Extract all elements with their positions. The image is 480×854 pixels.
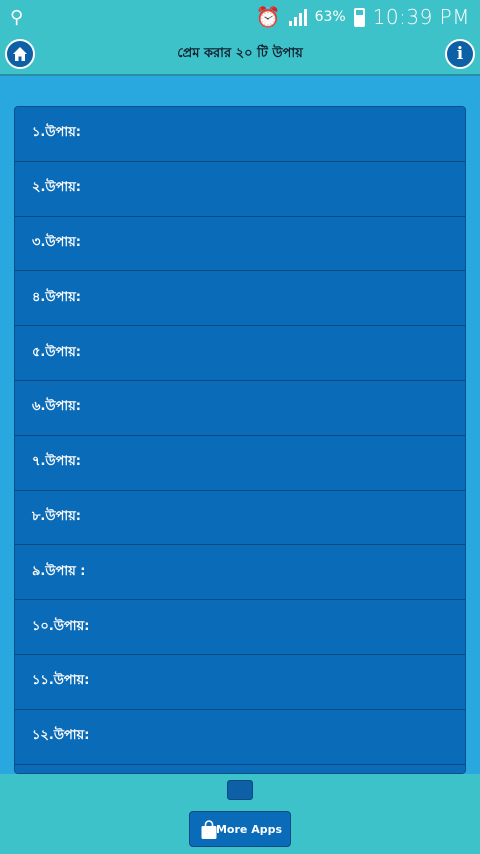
home-button[interactable] [5, 39, 35, 69]
ad-banner-button[interactable] [227, 780, 253, 800]
more-apps-label: More Apps [215, 822, 283, 836]
list-item[interactable]: ২.উপায়: [15, 161, 465, 217]
list-item-label: ৭.উপায়: [32, 454, 81, 470]
app-title: প্রেম করার ২০ টি উপায় [177, 45, 303, 61]
info-icon: i [456, 44, 464, 64]
list-item[interactable]: ৩.উপায়: [15, 216, 465, 272]
list: ১.উপায়: ২.উপায়: ৩.উপায়: ৪.উপায়: ৫.উপ… [14, 106, 466, 774]
list-item[interactable]: ৮.উপায়: [15, 490, 465, 546]
alarm-clock-icon: ⏰ [255, 5, 281, 29]
list-item[interactable]: ১২.উপায়: [15, 709, 465, 765]
bottom-bar: More Apps [0, 774, 480, 854]
list-item[interactable]: ১.উপায়: [15, 107, 465, 162]
list-item-label: ২.উপায়: [32, 180, 81, 196]
list-item-label: ১১.উপায়: [32, 673, 90, 689]
home-icon [13, 47, 27, 61]
list-item-label: ১০.উপায়: [32, 618, 90, 634]
list-item[interactable]: ১১.উপায়: [15, 654, 465, 710]
clock-time: 10:39 PM [372, 5, 470, 29]
list-item[interactable]: ৬.উপায়: [15, 380, 465, 436]
list-item-label: ৪.উপায়: [32, 289, 81, 305]
shopping-bag-icon [201, 820, 217, 839]
list-item-label: ৩.উপায়: [32, 234, 81, 250]
list-item-label: ৬.উপায়: [32, 399, 81, 415]
usb-icon: ⚲ [10, 6, 24, 28]
list-item[interactable]: ১০.উপায়: [15, 600, 465, 655]
status-bar: ⚲ ⏰ 63% 10:39 PM [0, 0, 480, 34]
app-bar: প্রেম করার ২০ টি উপায় i [0, 34, 480, 76]
list-item[interactable] [15, 764, 465, 773]
status-right: ⏰ 63% 10:39 PM [256, 5, 470, 29]
signal-bars-icon [288, 8, 307, 26]
battery-percent: 63% [314, 9, 346, 25]
list-item[interactable]: ৪.উপায়: [15, 271, 465, 327]
battery-charging-icon [353, 7, 365, 27]
list-item-label: ১২.উপায়: [32, 728, 90, 744]
list-item[interactable]: ৭.উপায়: [15, 435, 465, 491]
list-item-label: ৮.উপায়: [32, 508, 81, 524]
list-item-label: ৫.উপায়: [32, 344, 81, 360]
more-apps-button[interactable]: More Apps [189, 811, 291, 847]
list-item-label: ৯.উপায় : [32, 563, 86, 579]
info-button[interactable]: i [445, 39, 475, 69]
list-item[interactable]: ৫.উপায়: [15, 326, 465, 381]
list-item[interactable]: ৯.উপায় : [15, 545, 465, 601]
list-item-label: ১.উপায়: [32, 125, 81, 141]
